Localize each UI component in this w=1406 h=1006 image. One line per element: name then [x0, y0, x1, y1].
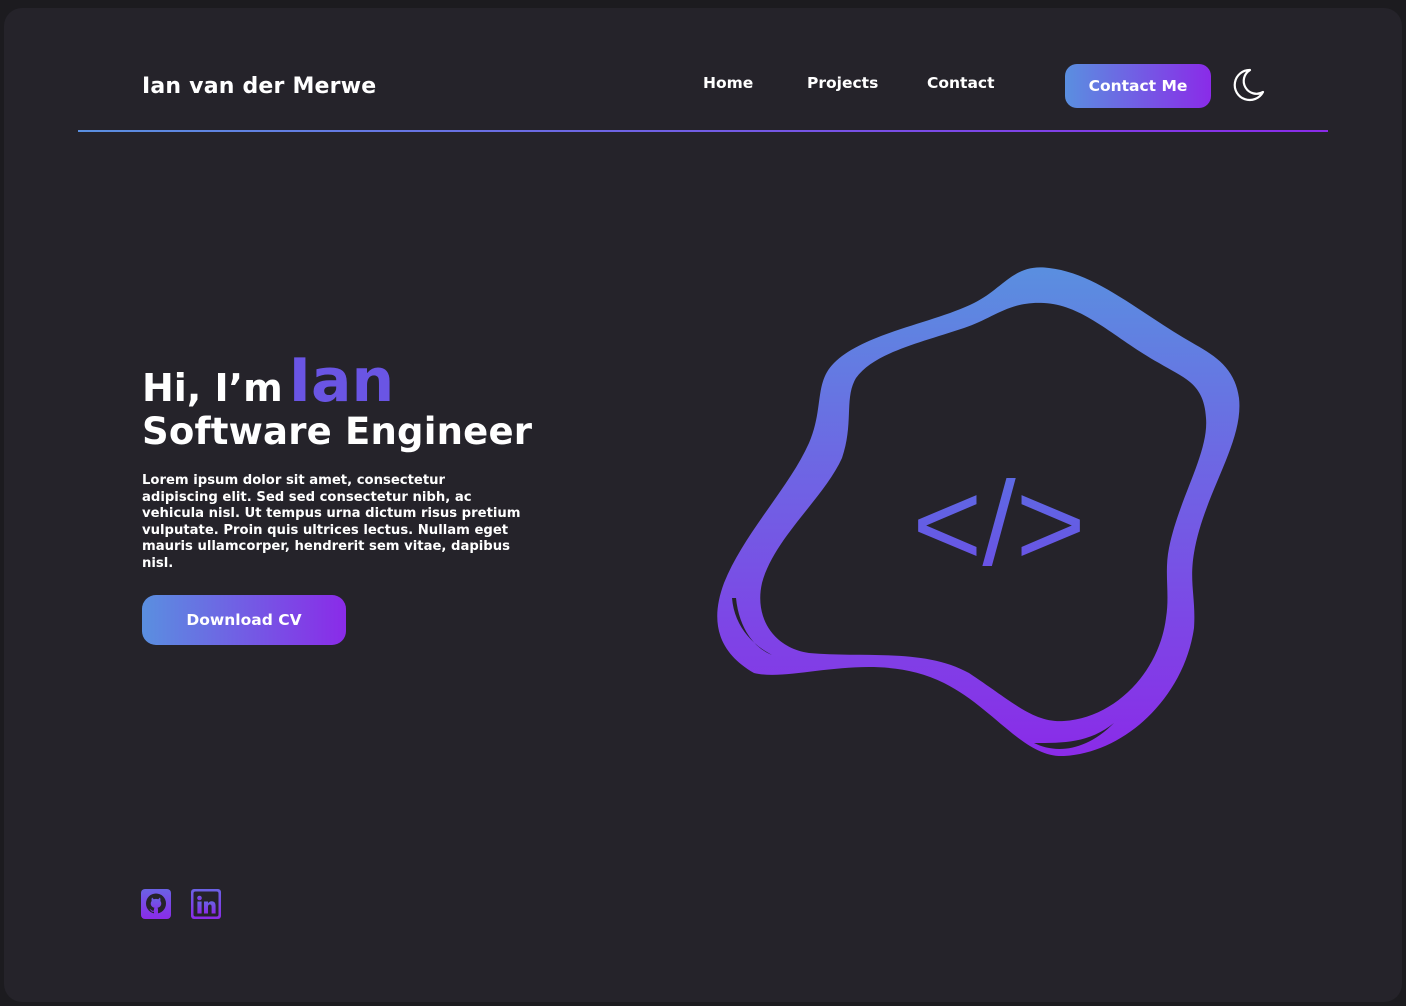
linkedin-icon — [191, 889, 221, 919]
linkedin-link[interactable] — [191, 889, 221, 919]
header-divider — [78, 130, 1328, 132]
nav-contact[interactable]: Contact — [927, 74, 995, 92]
brand-name[interactable]: Ian van der Merwe — [142, 74, 376, 99]
moon-icon — [1233, 68, 1265, 102]
nav-projects[interactable]: Projects — [807, 74, 878, 92]
github-icon — [141, 889, 171, 919]
hero-role: Software Engineer — [142, 410, 533, 453]
hero-greeting: Hi, I’m Ian — [142, 346, 394, 416]
github-link[interactable] — [141, 889, 171, 919]
code-blob-illustration: </> — [717, 267, 1240, 757]
code-symbol: </> — [912, 457, 1086, 591]
download-cv-button[interactable]: Download CV — [142, 595, 346, 645]
page: Ian van der Merwe Home Projects Contact … — [4, 8, 1402, 1002]
hero-name: Ian — [288, 346, 395, 416]
greeting-text: Hi, I’m — [142, 366, 283, 410]
theme-toggle-button[interactable] — [1230, 67, 1266, 103]
contact-me-button[interactable]: Contact Me — [1065, 64, 1211, 108]
hero-description: Lorem ipsum dolor sit amet, consectetur … — [142, 473, 521, 571]
nav-home[interactable]: Home — [703, 74, 753, 92]
